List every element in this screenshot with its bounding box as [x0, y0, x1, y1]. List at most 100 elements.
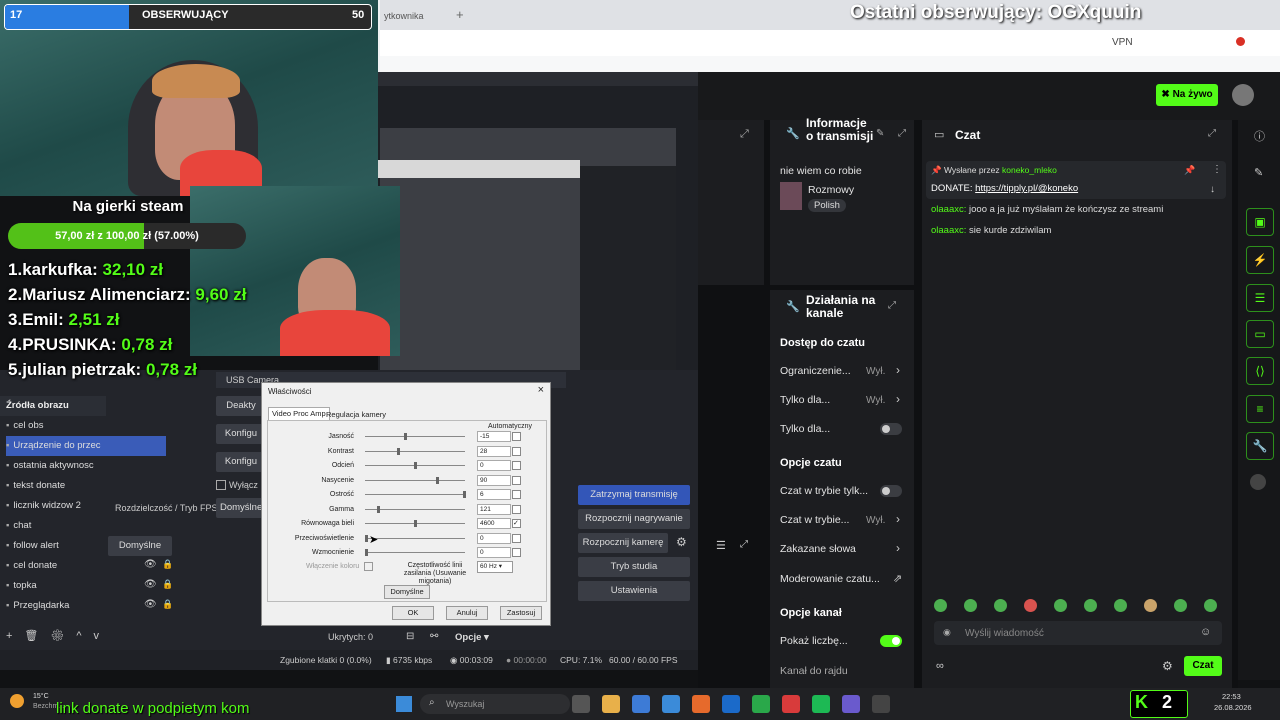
configure-button[interactable]: Konfigu — [216, 424, 266, 444]
slider-track[interactable] — [365, 494, 465, 495]
source-item[interactable]: ▪ chat — [6, 516, 166, 536]
auto-checkbox[interactable] — [512, 548, 521, 557]
raid-channel-label[interactable]: Kanał do rajdu — [780, 665, 848, 677]
pinned-link[interactable]: https://tipply.pl/@koneko — [975, 183, 1078, 194]
settings-button[interactable]: Ustawienia — [578, 581, 690, 601]
taskbar-app-icon[interactable] — [842, 695, 860, 713]
pen-icon[interactable]: ✎ — [1254, 166, 1263, 179]
taskbar-app-icon[interactable] — [632, 695, 650, 713]
emote-icon[interactable] — [1024, 599, 1037, 612]
visibility-icon[interactable]: 👁 — [144, 559, 157, 570]
taskbar-app-icon[interactable] — [812, 695, 830, 713]
source-item[interactable]: ▪ topka — [6, 576, 166, 596]
infinity-icon[interactable]: ∞ — [936, 660, 944, 672]
list-icon[interactable]: ☰ — [716, 539, 726, 552]
emoji-icon[interactable]: ☺ — [1200, 626, 1211, 638]
link-icon[interactable]: ⚯ — [430, 631, 438, 642]
auto-checkbox[interactable] — [512, 504, 521, 514]
slider-knob[interactable] — [365, 534, 368, 542]
pinned-user[interactable]: koneko_mleko — [1002, 165, 1057, 175]
auto-checkbox[interactable] — [512, 432, 521, 441]
slider-knob[interactable] — [435, 476, 439, 484]
tab-video-proc-amp[interactable]: Video Proc Amp — [268, 407, 330, 420]
collapse-icon[interactable]: ↓ — [1210, 184, 1215, 195]
more-icon[interactable]: ⋮ — [1212, 164, 1222, 175]
taskbar-app-icon[interactable] — [722, 695, 740, 713]
windows-start-icon[interactable] — [396, 696, 412, 712]
emote-icon[interactable] — [1114, 599, 1127, 612]
only-for-toggle[interactable] — [880, 423, 902, 435]
slider-track[interactable] — [365, 508, 465, 510]
stop-stream-button[interactable]: Zatrzymaj transmisję — [578, 485, 690, 505]
taskbar-app-icon[interactable] — [872, 695, 890, 713]
slider-knob[interactable] — [376, 505, 380, 513]
weather-icon[interactable] — [10, 694, 24, 708]
chat-user[interactable]: olaaaxc: — [931, 204, 966, 215]
vpn-badge[interactable]: VPN — [1112, 37, 1133, 48]
gear-icon[interactable]: ⚙ — [676, 535, 687, 549]
slider-value[interactable]: 28 — [477, 445, 511, 457]
source-item[interactable]: ▪ ostatnia aktywnosc — [6, 456, 166, 476]
deactivate-button[interactable]: Deakty — [216, 396, 266, 416]
lock-icon[interactable]: 🔒 — [162, 599, 173, 610]
color-enable-checkbox[interactable] — [364, 562, 373, 571]
auto-checkbox[interactable] — [512, 461, 521, 470]
slider-value[interactable]: 0 — [477, 547, 511, 558]
close-icon[interactable]: × — [538, 384, 544, 396]
list-icon[interactable]: ☰ — [1246, 284, 1274, 312]
auto-checkbox[interactable] — [512, 446, 521, 456]
lightning-icon[interactable]: ⚡ — [1246, 246, 1274, 274]
slider-knob[interactable] — [414, 520, 417, 527]
external-link-icon[interactable]: ⇗ — [893, 572, 902, 585]
auto-checkbox[interactable] — [512, 533, 521, 543]
ok-button[interactable]: OK — [392, 606, 434, 620]
taskbar-search[interactable] — [420, 694, 570, 714]
chat-user[interactable]: olaaaxc: — [931, 225, 966, 236]
slider-value[interactable]: 90 — [477, 474, 511, 486]
lock-icon[interactable]: 🔒 — [162, 559, 173, 570]
start-recording-button[interactable]: Rozpocznij nagrywanie — [578, 509, 690, 529]
slider-knob[interactable] — [463, 491, 466, 498]
expand-icon[interactable]: ⤢ — [740, 128, 749, 141]
taskbar-app-icon[interactable] — [752, 695, 770, 713]
taskbar-app-icon[interactable] — [662, 695, 680, 713]
chevron-right-icon[interactable]: › — [896, 512, 900, 526]
stream-icon[interactable]: ▣ — [1246, 208, 1274, 236]
slider-knob[interactable] — [404, 433, 408, 440]
emote-icon[interactable] — [1204, 599, 1217, 612]
gear-icon[interactable]: ⚙ — [1162, 659, 1173, 673]
emote-icon[interactable] — [1054, 599, 1067, 612]
popout-icon-4[interactable]: ⤢ — [740, 539, 748, 550]
edit-icon[interactable]: ✎ — [876, 128, 884, 139]
dialog-default-button[interactable]: Domyślne — [384, 585, 430, 599]
slider-knob[interactable] — [365, 549, 368, 556]
address-bar[interactable] — [380, 30, 1280, 57]
chevron-right-icon[interactable]: › — [896, 392, 900, 406]
chat-mode-toggle[interactable] — [880, 485, 902, 497]
slider-track[interactable] — [365, 479, 465, 481]
emote-icon[interactable] — [1084, 599, 1097, 612]
default-button[interactable]: Domyślne — [108, 536, 172, 556]
source-item[interactable]: ▪ Urządzenie do przec — [6, 436, 166, 456]
slider-track[interactable] — [365, 537, 465, 539]
moderation-label[interactable]: Moderowanie czatu... — [780, 573, 880, 585]
avatar[interactable] — [1232, 84, 1254, 106]
taskbar-app-icon[interactable] — [602, 695, 620, 713]
popout-icon-2[interactable]: ⤢ — [888, 300, 896, 311]
layers-icon[interactable]: ≡ — [1246, 395, 1274, 423]
apply-button[interactable]: Zastosuj — [500, 606, 542, 620]
popout-icon-3[interactable]: ⤢ — [1208, 128, 1216, 139]
virtual-camera-button[interactable]: Rozpocznij kamerę wirtualną — [578, 533, 668, 568]
only-for-row-label[interactable]: Tylko dla... — [780, 394, 830, 406]
slider-knob[interactable] — [414, 462, 417, 469]
show-count-toggle[interactable] — [880, 635, 902, 647]
code-icon[interactable]: ⟨⟩ — [1246, 357, 1274, 385]
chevron-right-icon[interactable]: › — [896, 541, 900, 555]
source-item[interactable]: ▪ cel obs — [6, 416, 166, 436]
flicker-select[interactable]: 60 Hz ▾ — [477, 561, 513, 573]
send-chat-button[interactable]: Czat — [1184, 656, 1222, 676]
auto-checkbox[interactable] — [512, 475, 521, 485]
slider-track[interactable] — [365, 552, 465, 553]
options-menu[interactable]: Opcje ▾ — [455, 632, 489, 643]
cancel-button[interactable]: Anuluj — [446, 606, 488, 620]
